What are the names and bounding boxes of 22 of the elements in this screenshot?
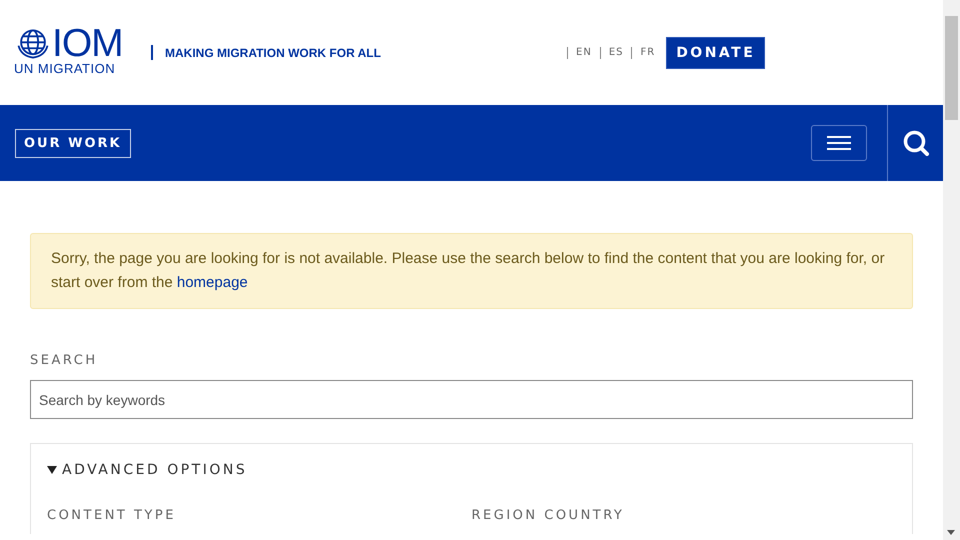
scrollbar-thumb[interactable] <box>945 16 958 120</box>
language-link[interactable]: ES <box>608 47 624 58</box>
donate-button[interactable]: DONATE <box>666 36 766 68</box>
language-link[interactable]: FR <box>640 47 656 58</box>
not-found-message: Sorry, the page you are looking for is not available. Please use the search below to find the content that you are looking for, or start over from the homepage <box>30 233 913 309</box>
field-label: CONTENT TYPE <box>47 508 177 523</box>
scroll-down-icon[interactable] <box>947 530 955 535</box>
search-label: SEARCH <box>30 353 98 368</box>
tagline: MAKING MIGRATION WORK FOR ALL <box>165 46 382 60</box>
field-label: REGION COUNTRY <box>472 508 626 523</box>
logo-subtitle: UN MIGRATION <box>14 60 116 76</box>
language-link[interactable]: EN <box>576 47 592 58</box>
search-field[interactable]: Search by keywords <box>30 380 913 419</box>
our-work-button[interactable]: OUR WORK <box>15 128 131 158</box>
scrollbar[interactable] <box>943 0 960 540</box>
logo-wordmark[interactable]: IOM <box>52 26 123 60</box>
advanced-options-toggle[interactable]: ADVANCED OPTIONS <box>62 462 248 478</box>
homepage-link[interactable]: homepage <box>176 274 248 291</box>
menu-icon <box>827 135 851 151</box>
menu-button[interactable] <box>811 125 867 161</box>
search-icon[interactable] <box>902 130 928 156</box>
triangle-icon[interactable] <box>47 465 57 475</box>
